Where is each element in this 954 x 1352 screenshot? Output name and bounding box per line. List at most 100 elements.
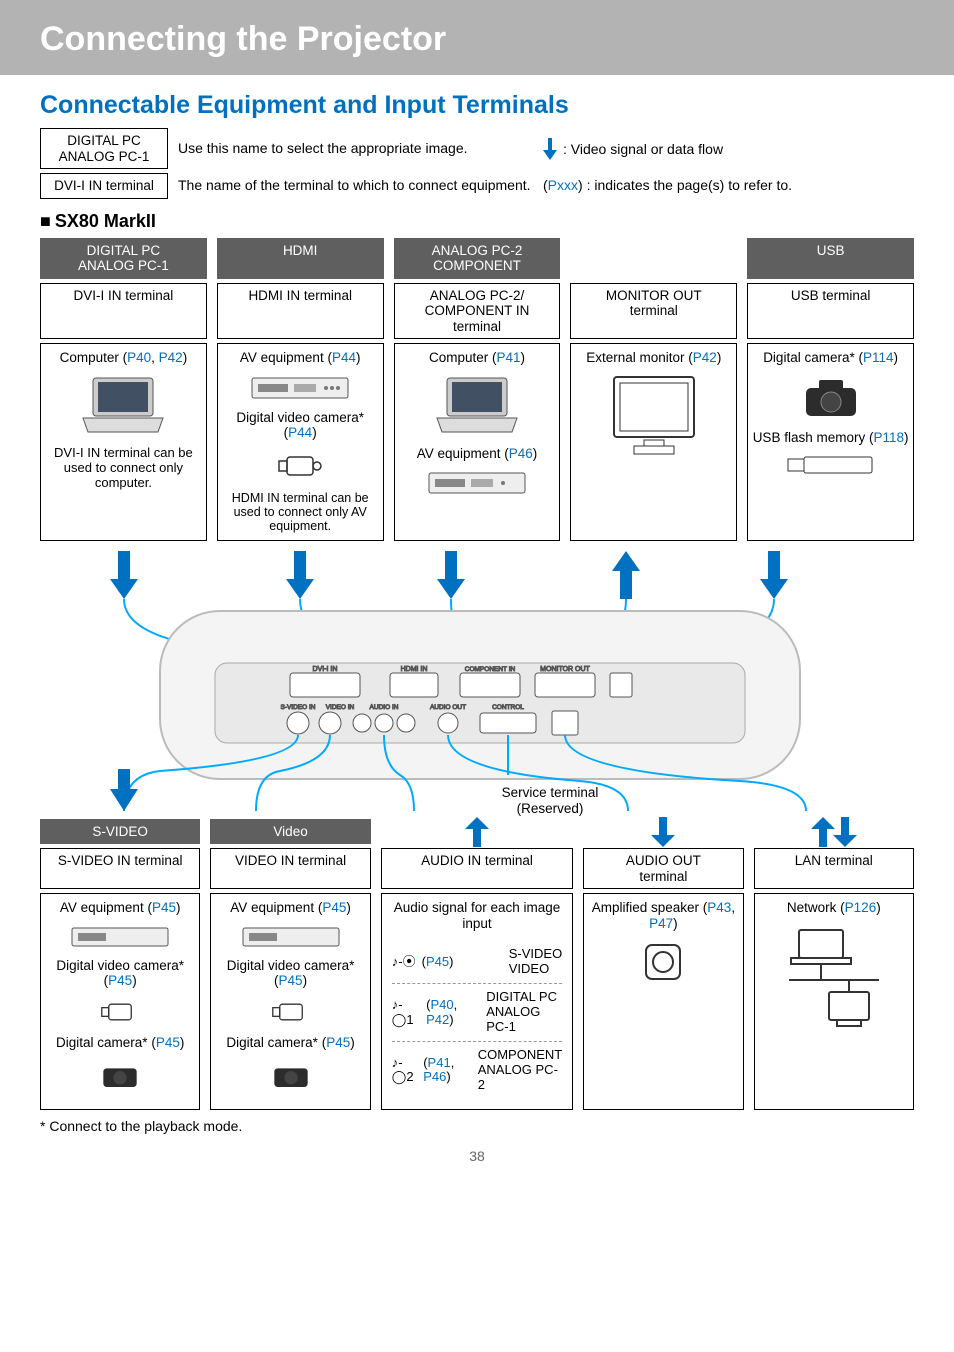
t: ) — [183, 350, 188, 365]
network-icon — [789, 922, 879, 1032]
audio-jack-icon: ♪-◯2 — [392, 1056, 417, 1086]
page-link[interactable]: P44 — [288, 425, 312, 440]
laptop-icon — [78, 376, 168, 436]
t: ) — [876, 900, 881, 915]
equip-text: Digital camera* (P45) — [226, 1035, 354, 1051]
camcorder-icon — [271, 999, 311, 1025]
t: ) — [312, 425, 317, 440]
equip-text: Digital video camera* (P44) — [222, 410, 379, 441]
t: ) — [521, 350, 526, 365]
equip-box: AV equipment (P45) Digital video camera*… — [40, 893, 200, 1110]
page-link[interactable]: P45 — [322, 900, 346, 915]
page-link[interactable]: P42 — [693, 350, 717, 365]
page-link[interactable]: P45 — [108, 973, 132, 988]
legend-box-1: DIGITAL PC ANALOG PC-1 — [40, 128, 168, 169]
t: USB flash memory ( — [753, 430, 874, 445]
camcorder-icon — [277, 451, 323, 481]
camcorder-icon — [100, 999, 140, 1025]
empty-cell — [583, 819, 743, 845]
page-link[interactable]: P45 — [279, 973, 303, 988]
t: Amplified speaker ( — [592, 900, 708, 915]
t: ) — [717, 350, 722, 365]
dvd-player-icon — [70, 926, 170, 948]
page-link[interactable]: P118 — [873, 430, 904, 445]
t: Network ( — [787, 900, 845, 915]
laptop-icon — [432, 376, 522, 436]
arrow-updown-icon — [811, 817, 857, 847]
audio-box: Audio signal for each image input ♪-⦿ (P… — [381, 893, 573, 1110]
equip-text: Digital video camera* (P45) — [45, 958, 195, 989]
page-link[interactable]: P43 — [707, 900, 731, 915]
t: , — [151, 350, 159, 365]
page-link[interactable]: P46 — [423, 1069, 446, 1084]
page-link[interactable]: P42 — [159, 350, 183, 365]
term-cell: LAN terminal — [754, 848, 914, 889]
page-link[interactable]: P41 — [496, 350, 520, 365]
dvd-player-icon — [250, 376, 350, 400]
bottom-dark-row: S-VIDEO Video — [40, 819, 914, 845]
t: Digital camera* ( — [226, 1035, 326, 1050]
legend-box-2: DVI-I IN terminal — [40, 173, 168, 199]
monitor-icon — [604, 372, 704, 462]
equip-text: Amplified speaker (P43, P47) — [588, 900, 738, 931]
t: AV equipment ( — [230, 900, 322, 915]
page-link[interactable]: P45 — [326, 1035, 350, 1050]
t: AV equipment ( — [60, 900, 152, 915]
term-cell: VIDEO IN terminal — [210, 848, 370, 889]
svg-text:DVI-I IN: DVI-I IN — [313, 666, 338, 673]
top-equip-row: Computer ( P40, P42) DVI-I IN terminal ca… — [40, 343, 914, 541]
equip-box: AV equipment (P45) Digital video camera*… — [210, 893, 370, 1110]
equip-note: DVI-I IN terminal can be used to connect… — [45, 446, 202, 491]
dark-cell: DIGITAL PC ANALOG PC-1 — [40, 238, 207, 279]
dark-cell: ANALOG PC-2 COMPONENT — [394, 238, 561, 279]
page-link[interactable]: P47 — [649, 916, 673, 931]
page-link[interactable]: P42 — [426, 1012, 449, 1027]
page-link[interactable]: P45 — [152, 900, 176, 915]
page-link[interactable]: P114 — [863, 350, 894, 365]
equip-text: AV equipment (P45) — [60, 900, 181, 916]
bottom-term-row: S-VIDEO IN terminal VIDEO IN terminal AU… — [40, 848, 914, 889]
equip-box: External monitor (P42) — [570, 343, 737, 541]
page-link[interactable]: P46 — [509, 446, 533, 461]
t: ) — [673, 916, 678, 931]
t: ) — [303, 973, 308, 988]
page-link[interactable]: P40 — [430, 997, 453, 1012]
svg-text:CONTROL: CONTROL — [492, 704, 524, 711]
square-bullet-icon: ■ — [40, 211, 51, 232]
service-terminal-label: Service terminal (Reserved) — [470, 785, 630, 817]
t: Digital camera* ( — [56, 1035, 156, 1050]
t: ) — [132, 973, 137, 988]
dark-cell: S-VIDEO — [40, 819, 200, 845]
equip-text: AV equipment (P46) — [417, 446, 538, 462]
empty-cell — [381, 819, 573, 845]
equip-text: Digital video camera* (P45) — [215, 958, 365, 989]
dark-cell: Video — [210, 819, 370, 845]
page-link[interactable]: P45 — [156, 1035, 180, 1050]
page-link[interactable]: P126 — [845, 900, 877, 915]
equip-text: External monitor (P42) — [586, 350, 721, 366]
equip-text: USB flash memory (P118) — [753, 430, 909, 446]
projector-panel-svg: DVI-I IN HDMI IN COMPONENT IN MONITOR OU… — [40, 551, 914, 811]
equip-box: Computer (P41) AV equipment (P46) — [394, 343, 561, 541]
t: ) — [180, 1035, 185, 1050]
term-cell: AUDIO OUT terminal — [583, 848, 743, 889]
top-dark-row: DIGITAL PC ANALOG PC-1 HDMI ANALOG PC-2 … — [40, 238, 914, 279]
t: Computer ( — [429, 350, 497, 365]
term-cell: HDMI IN terminal — [217, 283, 384, 340]
footnote: * Connect to the playback mode. — [40, 1118, 914, 1134]
arrow-down-icon — [651, 817, 675, 847]
audio-label: COMPONENT ANALOG PC-2 — [478, 1048, 563, 1093]
t: ) — [904, 430, 909, 445]
t: (P45) — [422, 955, 454, 970]
equip-text: Computer (P41) — [429, 350, 525, 366]
usb-stick-icon — [786, 455, 876, 475]
dvd-player-icon — [241, 926, 341, 948]
page-link[interactable]: P40 — [127, 350, 151, 365]
page-link[interactable]: P44 — [332, 350, 356, 365]
term-cell: DVI-I IN terminal — [40, 283, 207, 340]
page-link[interactable]: P45 — [426, 954, 449, 969]
section-title: Connectable Equipment and Input Terminal… — [40, 91, 914, 120]
t: ) — [894, 350, 899, 365]
page-link[interactable]: P41 — [428, 1055, 451, 1070]
dark-cell: USB — [747, 238, 914, 279]
